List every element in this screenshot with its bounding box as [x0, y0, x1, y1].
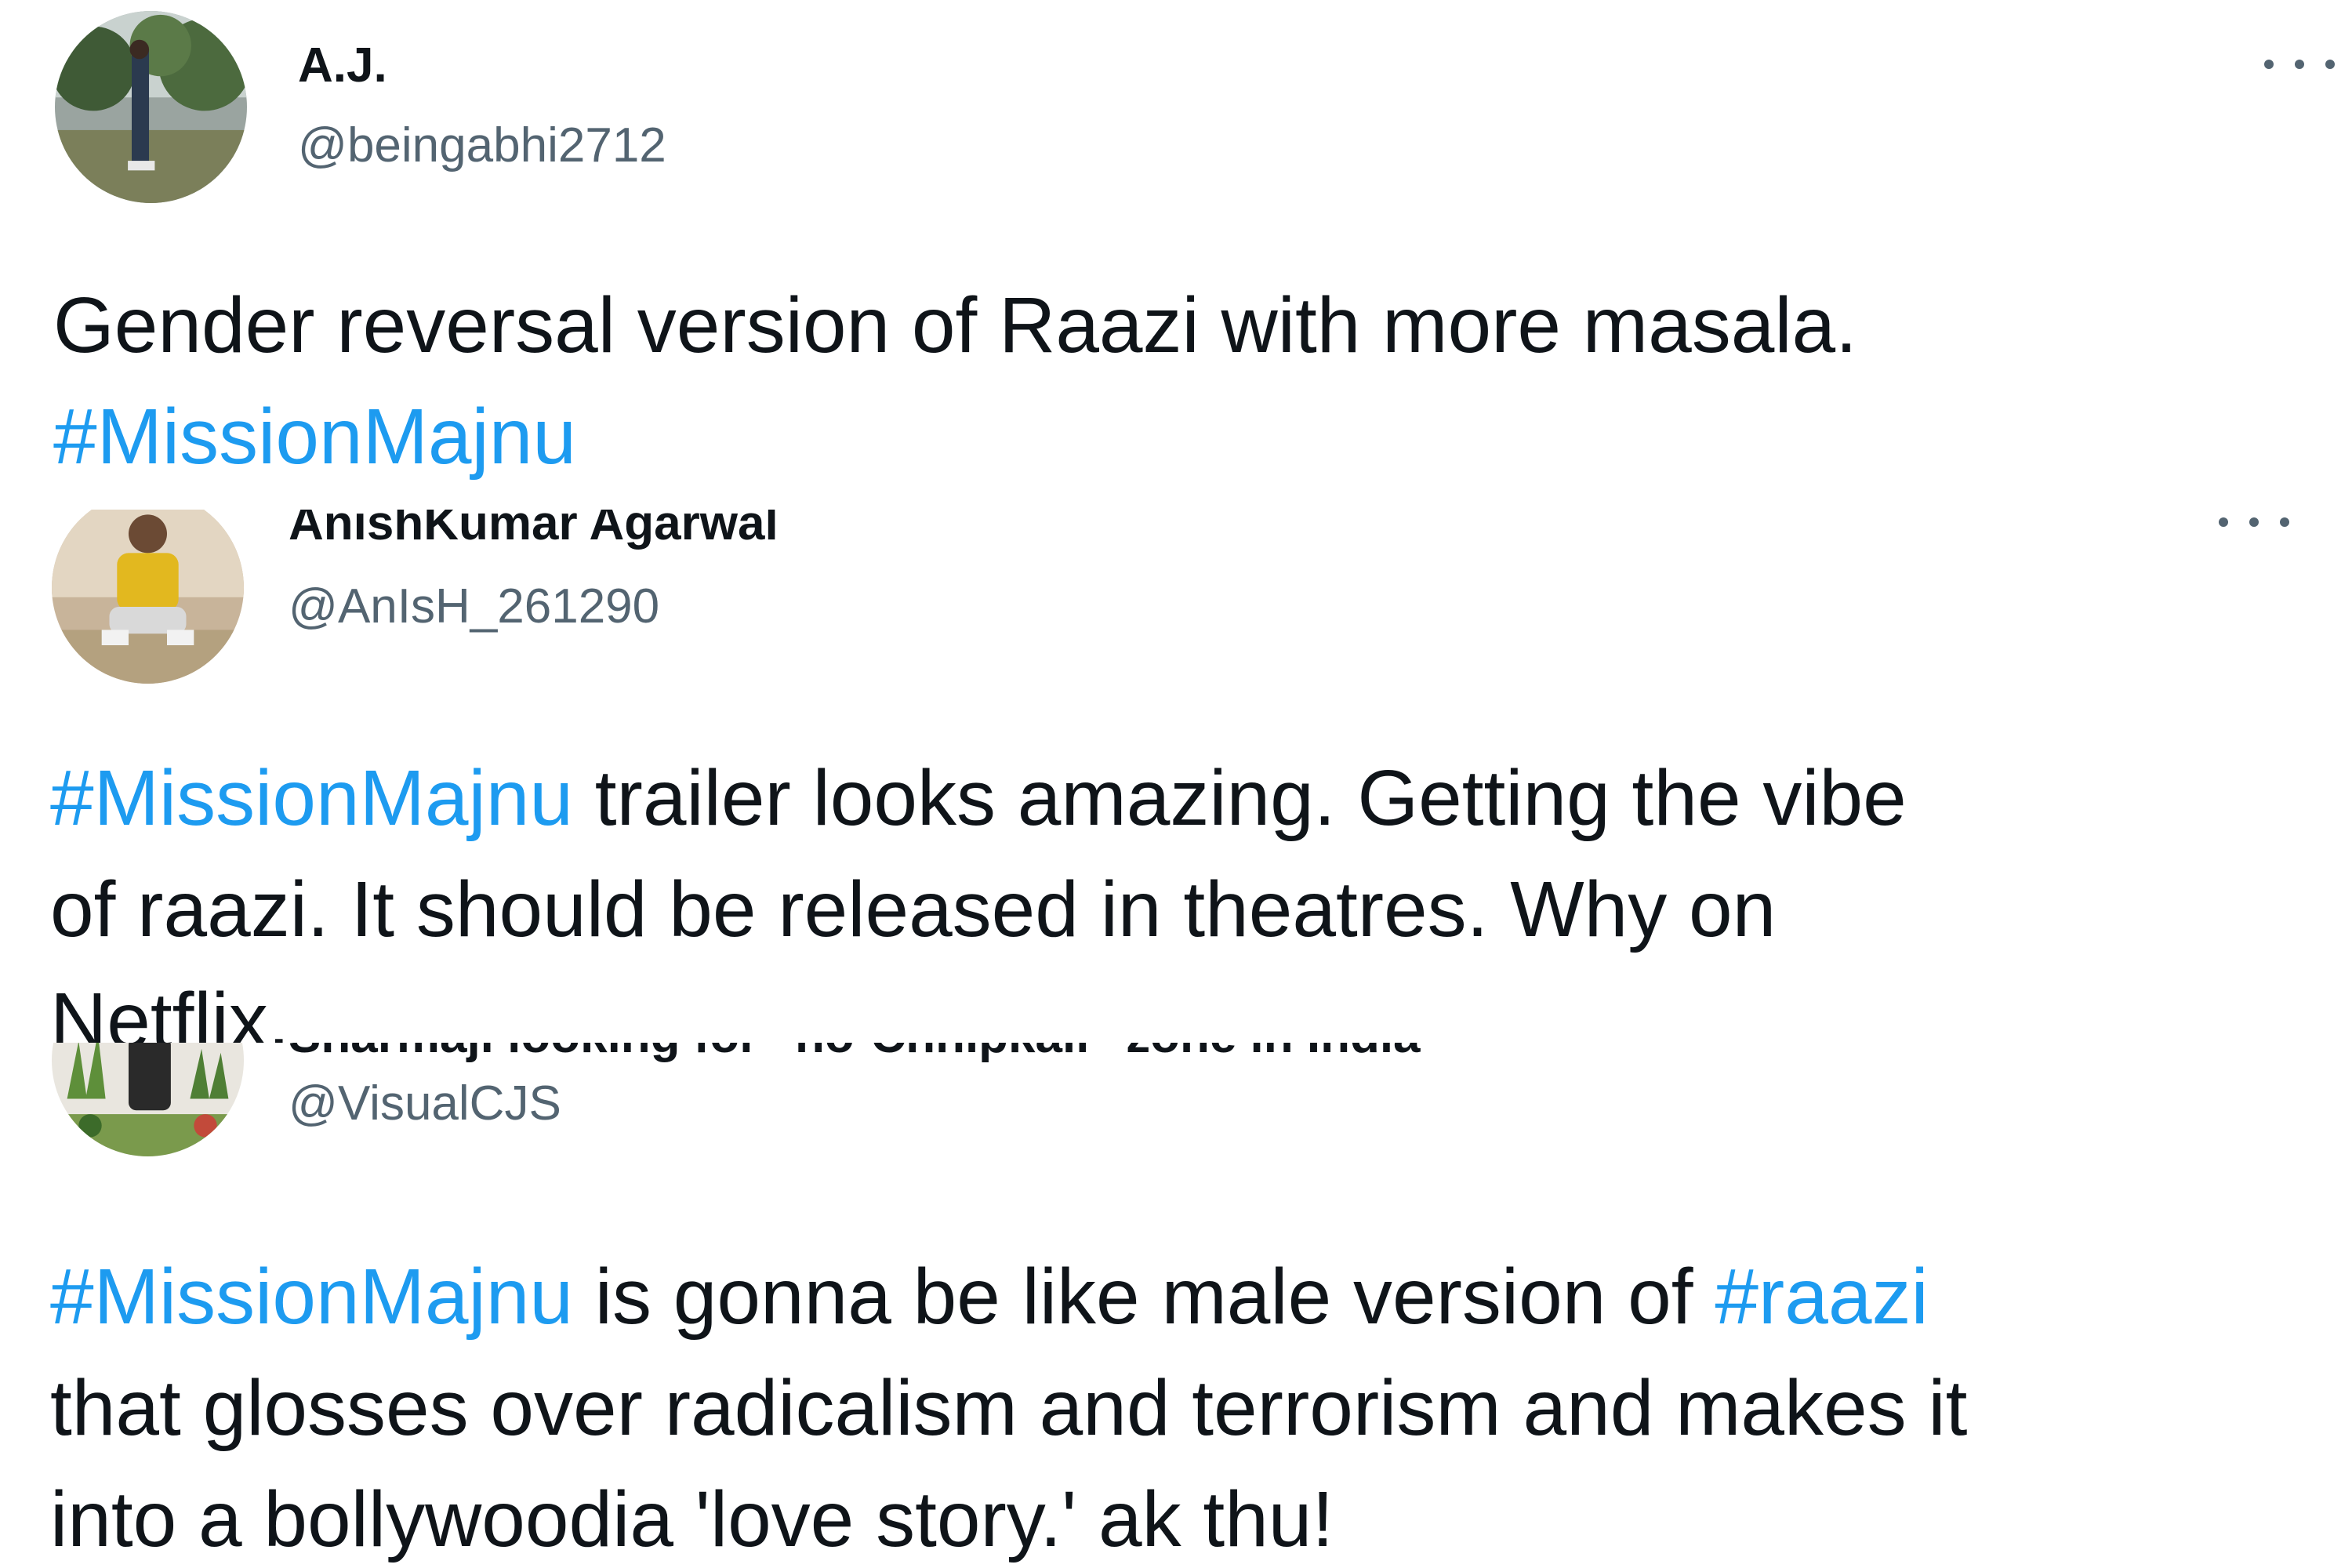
more-horizontal-icon [2264, 60, 2274, 69]
tweet-card: AnishKumar Agarwal @AnIsH_261290 #Missio… [0, 510, 2352, 1043]
text-line: Netflix. [50, 977, 290, 1043]
avatar-photo [52, 1043, 244, 1156]
user-handle[interactable]: @beingabhi2712 [298, 118, 666, 173]
tweet-collage: A.J. @beingabhi2712 Gender reversal vers… [0, 0, 2352, 1568]
avatar[interactable] [52, 510, 244, 684]
more-options-button[interactable] [2219, 510, 2289, 538]
text-line: that glosses over radicalism and terrori… [50, 1364, 1968, 1452]
avatar-photo [55, 11, 247, 203]
more-options-button[interactable] [2264, 49, 2335, 80]
display-name[interactable]: A.J. [298, 38, 387, 93]
avatar-photo [52, 510, 244, 684]
tweet-text: Gender reversal version of Raazi with mo… [53, 270, 1857, 492]
text-line: into a bollywoodia 'love story.' ak thu! [50, 1475, 1334, 1563]
display-name[interactable]: Sharmaji looking for "no-Chhipkali" zone… [289, 1043, 1421, 1064]
text-line: #MissionMajnu [53, 381, 1857, 492]
hashtag-link[interactable]: #raazi [1715, 1253, 1928, 1341]
hashtag-link[interactable]: #MissionMajnu [50, 754, 573, 842]
more-horizontal-icon [2219, 517, 2228, 527]
user-handle[interactable]: @VisualCJS [289, 1076, 561, 1131]
text-line: #MissionMajnu is gonna be like male vers… [50, 1253, 1929, 1341]
tweet-text: #MissionMajnu is gonna be like male vers… [50, 1241, 1967, 1568]
user-handle[interactable]: @AnIsH_261290 [289, 579, 659, 634]
text-line: of raazi. It should be released in theat… [50, 866, 1777, 953]
display-name[interactable]: AnishKumar Agarwal [289, 510, 779, 551]
avatar[interactable] [55, 11, 247, 203]
hashtag-link[interactable]: #MissionMajnu [53, 393, 576, 481]
avatar[interactable] [52, 1043, 244, 1156]
tweet-card: Sharmaji looking for "no-Chhipkali" zone… [0, 1043, 2352, 1568]
tweet-text: #MissionMajnu trailer looks amazing. Get… [50, 742, 1907, 1043]
text-line: #MissionMajnu trailer looks amazing. Get… [50, 754, 1907, 842]
hashtag-link[interactable]: #MissionMajnu [50, 1253, 573, 1341]
text-line: Gender reversal version of Raazi with mo… [53, 281, 1857, 369]
tweet-card: A.J. @beingabhi2712 Gender reversal vers… [0, 0, 2352, 510]
